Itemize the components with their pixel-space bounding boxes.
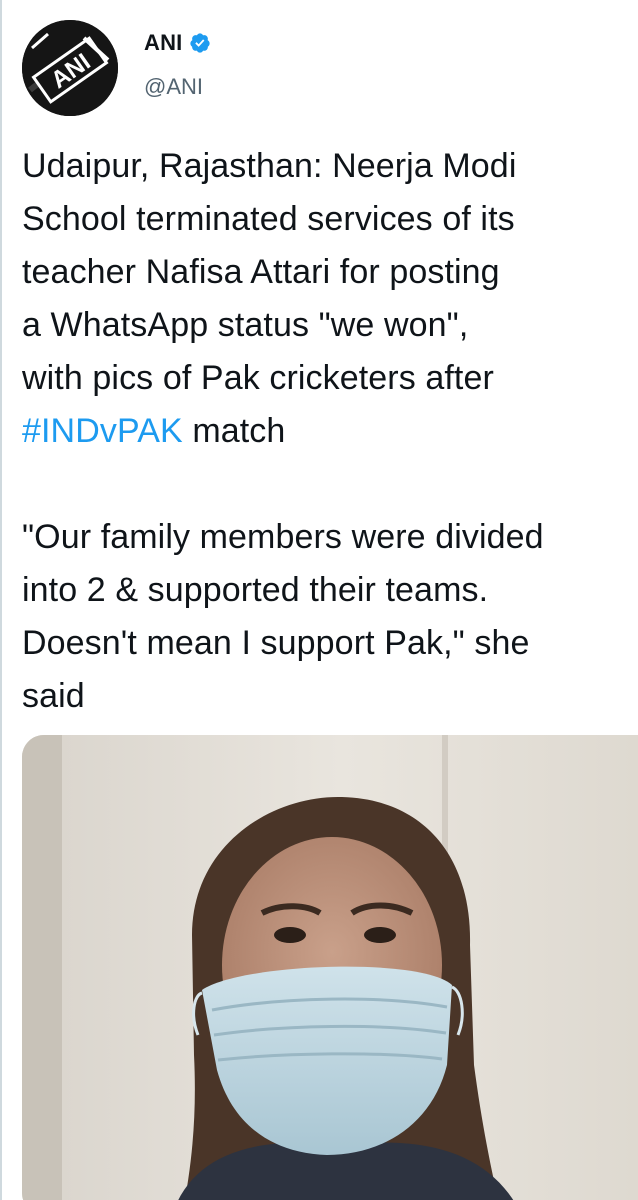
author-handle[interactable]: @ANI bbox=[144, 74, 203, 100]
tweet-text-line: teacher Nafisa Attari for posting bbox=[22, 253, 500, 291]
hashtag-suffix: match bbox=[182, 412, 286, 450]
tweet-text-line-hashtag: #INDvPAK match bbox=[22, 405, 638, 458]
tweet-text-line: with pics of Pak cricketers after bbox=[22, 359, 494, 397]
verified-badge-icon bbox=[189, 32, 211, 54]
tweet-text-line: a WhatsApp status "we won", bbox=[22, 306, 469, 344]
avatar[interactable]: ANI bbox=[22, 20, 118, 116]
tweet-media-photo[interactable] bbox=[22, 735, 638, 1200]
quote-text-line: Doesn't mean I support Pak," she bbox=[22, 624, 530, 662]
hashtag-link[interactable]: #INDvPAK bbox=[22, 412, 183, 450]
quote-text-line: said bbox=[22, 677, 85, 715]
ani-logo-icon: ANI bbox=[22, 20, 118, 116]
author-display-name: ANI bbox=[144, 30, 183, 55]
tweet-header: ANI ANI @ANI bbox=[20, 18, 620, 118]
tweet-text-line: Udaipur, Rajasthan: Neerja Modi bbox=[22, 147, 517, 185]
photo-icon bbox=[22, 735, 638, 1200]
author-name-row[interactable]: ANI bbox=[144, 30, 211, 56]
left-border bbox=[0, 0, 2, 1200]
quote-text-line: "Our family members were divided bbox=[22, 518, 544, 556]
tweet-text-line: School terminated services of its bbox=[22, 200, 515, 238]
quote-text-line: into 2 & supported their teams. bbox=[22, 571, 489, 609]
tweet-body: Udaipur, Rajasthan: Neerja Modi School t… bbox=[22, 140, 638, 723]
